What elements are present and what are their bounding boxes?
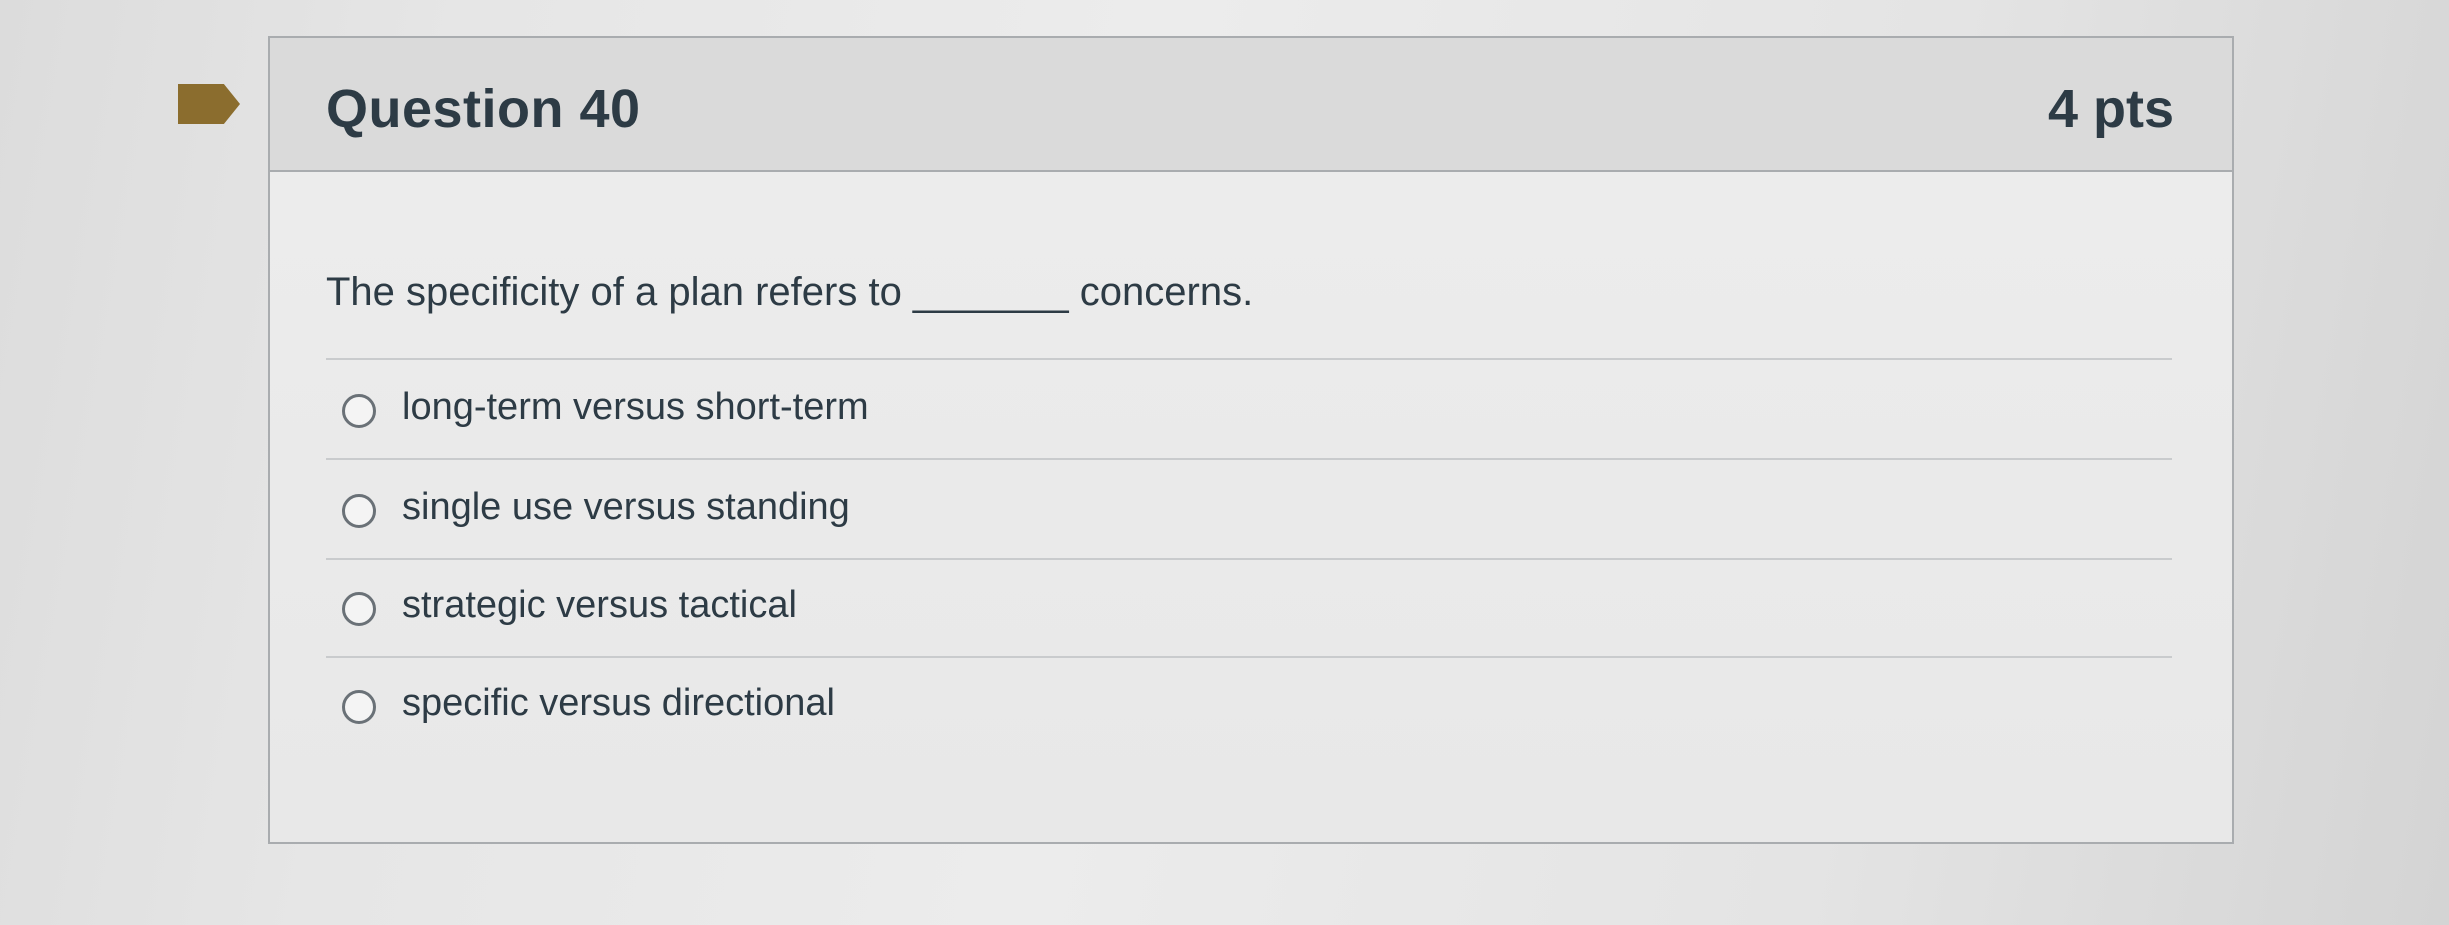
answer-option[interactable]: strategic versus tactical	[326, 566, 2172, 662]
answer-label[interactable]: specific versus directional	[402, 682, 835, 725]
question-body: The specificity of a plan refers to ____…	[270, 172, 2232, 842]
divider	[326, 458, 2172, 460]
flag-question-icon[interactable]	[178, 84, 240, 124]
question-text: The specificity of a plan refers to ____…	[326, 270, 1254, 314]
answer-label[interactable]: long-term versus short-term	[402, 386, 869, 429]
radio-button[interactable]	[342, 690, 376, 724]
question-title: Question 40	[326, 79, 641, 139]
answer-option[interactable]: specific versus directional	[326, 664, 2172, 760]
divider	[326, 656, 2172, 658]
radio-button[interactable]	[342, 394, 376, 428]
radio-button[interactable]	[342, 494, 376, 528]
answer-option[interactable]: long-term versus short-term	[326, 368, 2172, 464]
divider	[326, 358, 2172, 360]
divider	[326, 558, 2172, 560]
question-card: Question 40 4 pts The specificity of a p…	[268, 36, 2234, 844]
answer-option[interactable]: single use versus standing	[326, 468, 2172, 564]
radio-button[interactable]	[342, 592, 376, 626]
question-points: 4 pts	[2047, 79, 2174, 139]
answer-label[interactable]: single use versus standing	[402, 486, 850, 529]
question-header: Question 40 4 pts	[270, 38, 2232, 172]
answer-label[interactable]: strategic versus tactical	[402, 584, 797, 627]
